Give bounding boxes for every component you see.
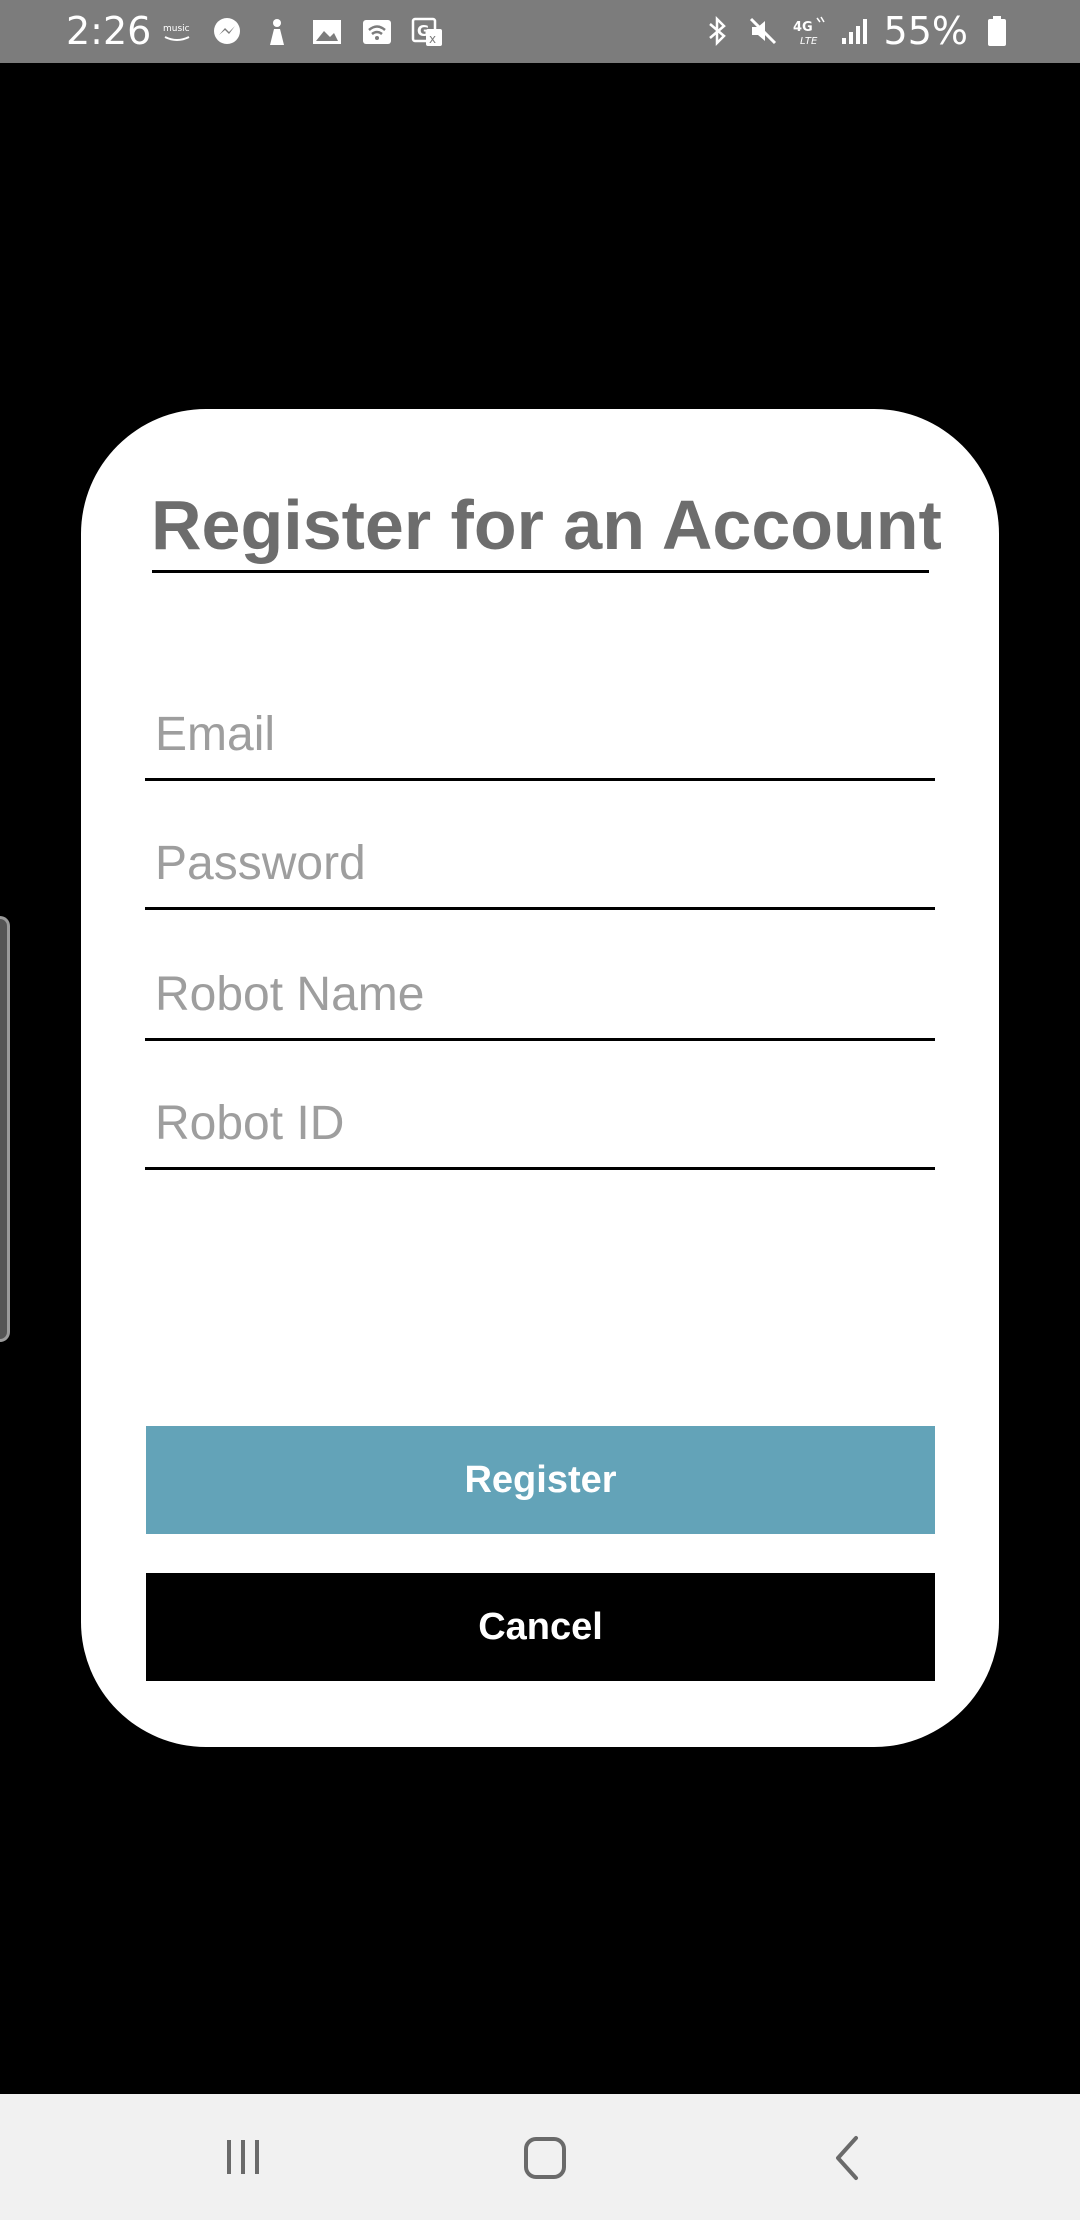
- recent-apps-button[interactable]: [203, 2118, 283, 2198]
- battery-icon: [980, 14, 1014, 48]
- password-field[interactable]: [145, 810, 935, 910]
- svg-text:4G: 4G: [793, 20, 813, 35]
- robot-id-field[interactable]: [145, 1070, 935, 1170]
- svg-text:LTE: LTE: [800, 36, 818, 47]
- recent-apps-icon: [227, 2140, 259, 2174]
- dialog-title: Register for an Account: [151, 486, 942, 564]
- status-time: 2:26: [66, 9, 152, 53]
- screen: 2:26 music Gx 4G LTE 55% Register for an…: [0, 0, 1080, 2220]
- robot-name-input[interactable]: [155, 959, 925, 1029]
- navigation-bar: [0, 2094, 1080, 2220]
- register-button[interactable]: Register: [146, 1426, 935, 1534]
- password-input[interactable]: [155, 828, 925, 898]
- robot-id-input[interactable]: [155, 1088, 925, 1158]
- 4g-lte-icon: 4G LTE: [792, 14, 826, 48]
- battery-percentage: 55%: [883, 9, 968, 53]
- home-button[interactable]: [505, 2118, 585, 2198]
- email-field[interactable]: [145, 681, 935, 781]
- home-icon: [524, 2137, 566, 2179]
- cancel-button[interactable]: Cancel: [146, 1573, 935, 1681]
- status-bar: 2:26 music Gx 4G LTE 55%: [0, 0, 1080, 63]
- notification-app-icon: [260, 15, 294, 49]
- wifi-calling-icon: [360, 15, 394, 49]
- svg-text:x: x: [429, 32, 436, 46]
- robot-name-field[interactable]: [145, 941, 935, 1041]
- bluetooth-icon: [700, 14, 734, 48]
- back-button[interactable]: [808, 2118, 888, 2198]
- edge-panel-handle[interactable]: [0, 916, 10, 1342]
- signal-icon: [838, 14, 872, 48]
- title-underline: [152, 570, 929, 573]
- back-icon: [836, 2136, 858, 2180]
- notification-icons: music Gx: [160, 12, 444, 52]
- register-dialog: Register for an Account Register Cancel: [81, 409, 999, 1747]
- email-input[interactable]: [155, 699, 925, 769]
- system-status-icons: 4G LTE 55%: [700, 8, 1014, 54]
- translate-icon: Gx: [410, 15, 444, 49]
- amazon-music-icon: music: [160, 15, 194, 49]
- svg-text:music: music: [163, 24, 190, 34]
- mute-icon: [746, 14, 780, 48]
- gallery-icon: [310, 15, 344, 49]
- messenger-icon: [210, 15, 244, 49]
